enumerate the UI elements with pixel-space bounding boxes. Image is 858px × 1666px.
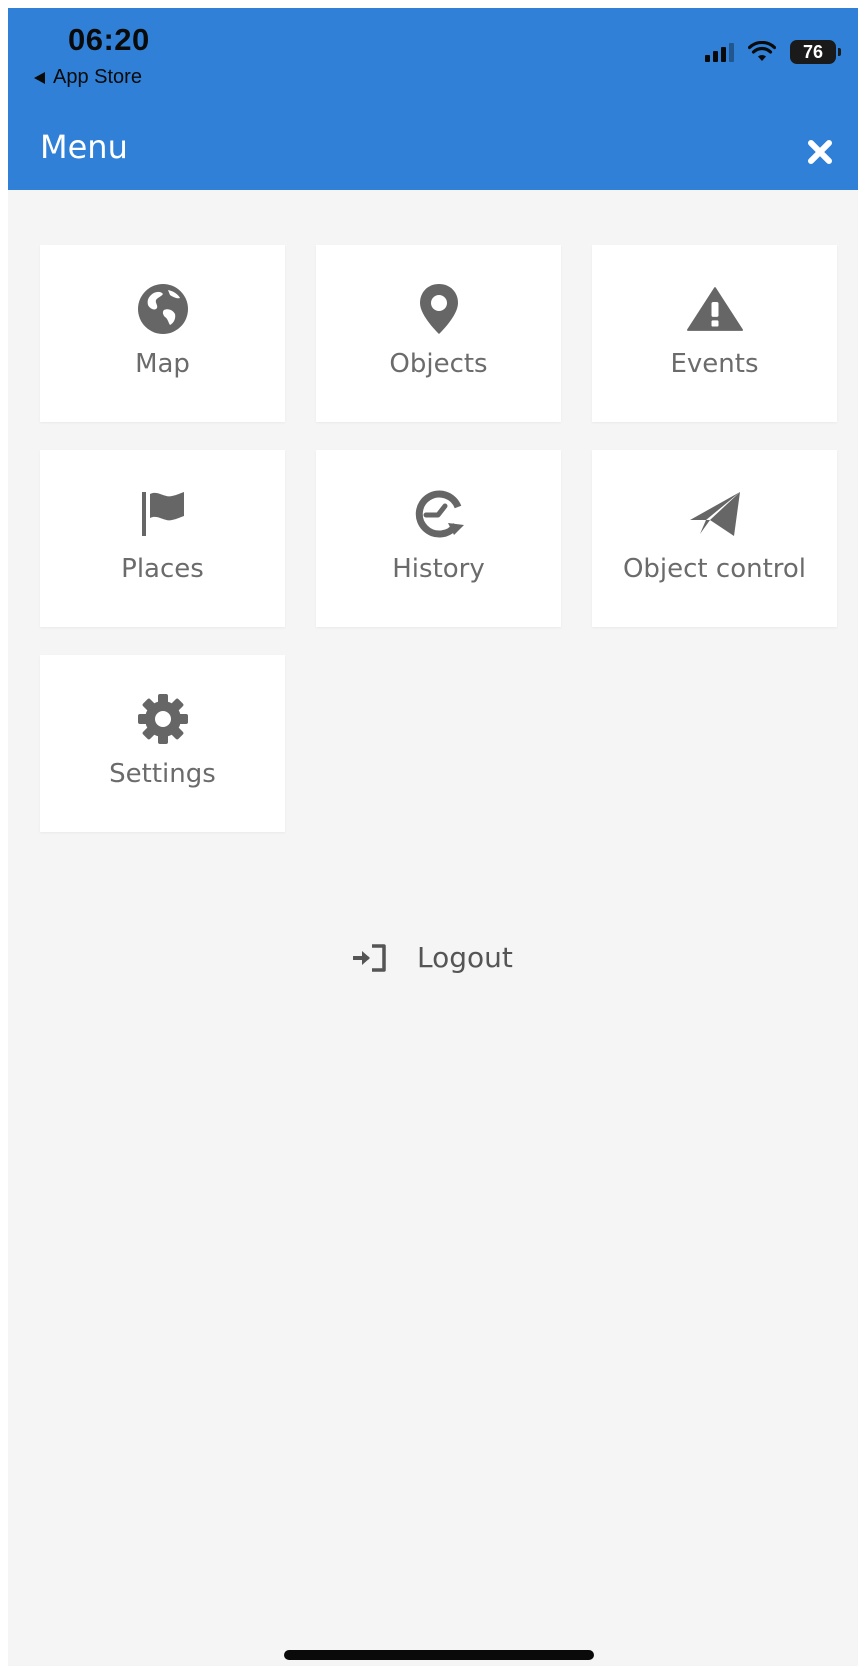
- map-pin-icon: [411, 281, 467, 337]
- warning-icon: [686, 281, 743, 337]
- sign-out-icon: [353, 943, 386, 972]
- status-time: 06:20: [68, 22, 150, 57]
- menu-tile-label: Settings: [109, 759, 216, 789]
- cellular-signal-icon: [705, 42, 734, 62]
- menu-header: 06:20 App Store 76 Menu: [8, 8, 858, 190]
- logout-button[interactable]: Logout: [353, 941, 513, 974]
- menu-tile-places[interactable]: Places: [40, 450, 285, 627]
- menu-tile-object-control[interactable]: Object control: [592, 450, 837, 627]
- menu-tile-events[interactable]: Events: [592, 245, 837, 422]
- menu-tile-label: History: [392, 554, 485, 584]
- menu-tile-label: Object control: [622, 554, 807, 584]
- menu-tile-settings[interactable]: Settings: [40, 655, 285, 832]
- menu-tile-label: Map: [135, 349, 190, 379]
- gear-icon: [135, 691, 191, 747]
- back-to-app-store[interactable]: App Store: [34, 66, 142, 89]
- wifi-icon: [748, 41, 776, 61]
- globe-icon: [135, 281, 191, 337]
- back-arrow-icon: [34, 71, 45, 84]
- menu-tile-label: Events: [670, 349, 759, 379]
- logout-label: Logout: [417, 941, 513, 974]
- battery-indicator: 76: [790, 40, 841, 64]
- page-title: Menu: [40, 128, 128, 166]
- menu-tile-map[interactable]: Map: [40, 245, 285, 422]
- home-indicator[interactable]: [284, 1650, 594, 1660]
- history-icon: [411, 486, 467, 542]
- menu-tile-objects[interactable]: Objects: [316, 245, 561, 422]
- close-button[interactable]: [802, 134, 838, 170]
- menu-tile-history[interactable]: History: [316, 450, 561, 627]
- paper-plane-icon: [687, 486, 743, 542]
- status-indicators: 76: [705, 40, 841, 64]
- menu-screen: 06:20 App Store 76 Menu Map Objects Even…: [8, 8, 858, 1666]
- menu-tile-label: Places: [121, 554, 204, 584]
- back-label: App Store: [53, 66, 142, 88]
- menu-tile-label: Objects: [389, 349, 488, 379]
- close-icon: [808, 140, 832, 164]
- flag-icon: [135, 486, 191, 542]
